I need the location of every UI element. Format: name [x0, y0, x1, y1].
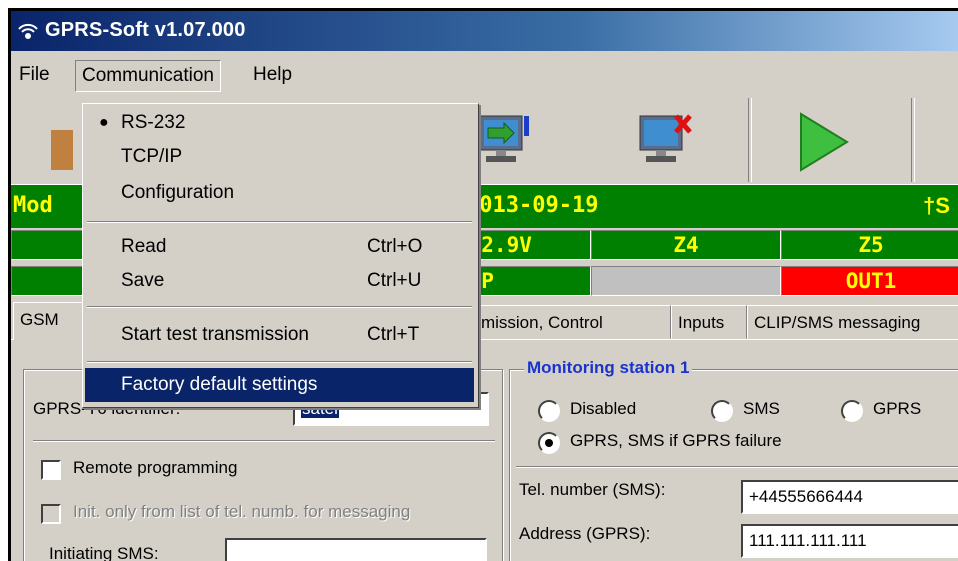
menu-item-shortcut: Ctrl+U	[367, 270, 422, 291]
remote-programming-checkbox[interactable]	[41, 460, 61, 480]
menu-item-start-test-transmission[interactable]: Start test transmission Ctrl+T	[85, 318, 474, 352]
toolbar-separator	[748, 98, 752, 182]
initiating-sms-input[interactable]	[225, 538, 487, 561]
menu-item-factory-default-settings[interactable]: Factory default settings	[85, 368, 474, 402]
initiating-sms-label: Initiating SMS:	[49, 544, 159, 561]
signal-indicator: †S	[923, 193, 950, 218]
menu-item-label: RS-232	[121, 112, 186, 133]
init-only-label: Init. only from list of tel. numb. for m…	[73, 502, 411, 521]
menu-separator	[87, 361, 472, 363]
menu-item-shortcut: Ctrl+O	[367, 236, 423, 257]
menu-item-read[interactable]: Read Ctrl+O	[85, 230, 474, 264]
menu-item-label: TCP/IP	[121, 146, 183, 167]
communication-menu: ● RS-232 TCP/IP Configuration Read Ctrl+…	[82, 103, 479, 408]
window-title: GPRS-Soft v1.07.000	[45, 19, 246, 41]
menu-item-label: Read	[121, 236, 167, 257]
output-out1-cell: OUT1	[781, 266, 958, 296]
menu-item-label: Configuration	[121, 182, 235, 203]
address-label: Address (GPRS):	[519, 524, 651, 543]
tel-number-label: Tel. number (SMS):	[519, 480, 666, 499]
app-window: GPRS-Soft v1.07.000 File Communication H…	[11, 11, 958, 561]
radio-disabled[interactable]	[538, 400, 560, 422]
menu-communication[interactable]: Communication	[75, 60, 221, 92]
remote-programming-label: Remote programming	[73, 458, 238, 477]
radio-sms-label: SMS	[743, 399, 780, 418]
menu-bar: File Communication Help	[11, 51, 958, 96]
toolbar-separator	[911, 98, 915, 182]
menu-separator	[87, 221, 472, 223]
zone-z5-cell: Z5	[781, 230, 958, 260]
radio-gprs[interactable]	[841, 400, 863, 422]
radio-disabled-label: Disabled	[570, 399, 637, 418]
radio-gprs-label: GPRS	[873, 399, 922, 418]
radio-gprs-sms-fallback[interactable]	[538, 432, 560, 454]
address-input[interactable]: 111.111.111.111	[741, 524, 958, 558]
radio-gprs-sms-fallback-label: GPRS, SMS if GPRS failure	[570, 431, 782, 450]
radio-sms[interactable]	[711, 400, 733, 422]
menu-item-save[interactable]: Save Ctrl+U	[85, 264, 474, 298]
zone-z4-cell: Z4	[591, 230, 781, 260]
date-label: 2013-09-19	[466, 193, 599, 218]
disconnect-button[interactable]	[626, 102, 706, 178]
tab-clip-sms-messaging[interactable]: CLIP/SMS messaging	[747, 305, 958, 339]
monitoring-station-legend: Monitoring station 1	[524, 358, 693, 378]
wireless-app-icon	[18, 23, 38, 39]
menu-item-label: Save	[121, 270, 165, 291]
tel-number-input[interactable]: +44555666444	[741, 480, 958, 514]
menu-item-tcpip[interactable]: TCP/IP	[85, 140, 474, 174]
init-only-checkbox	[41, 504, 61, 524]
menu-file[interactable]: File	[13, 60, 56, 90]
menu-item-label: Factory default settings	[121, 374, 318, 395]
tab-transmission-control[interactable]: nsmission, Control	[456, 305, 671, 339]
tab-inputs[interactable]: Inputs	[671, 305, 747, 339]
separator	[516, 466, 958, 468]
start-button[interactable]	[781, 102, 861, 178]
menu-item-configuration[interactable]: Configuration	[85, 176, 474, 210]
title-bar[interactable]: GPRS-Soft v1.07.000	[11, 11, 958, 51]
empty-cell	[591, 266, 781, 296]
module-label: Mod	[13, 193, 53, 218]
monitor-disconnect-icon	[639, 114, 692, 162]
menu-item-shortcut: Ctrl+T	[367, 324, 420, 345]
menu-separator	[87, 306, 472, 308]
separator	[33, 440, 495, 442]
menu-item-label: Start test transmission	[121, 324, 309, 345]
selected-bullet-icon: ●	[99, 114, 109, 131]
menu-item-rs232[interactable]: ● RS-232	[85, 106, 474, 140]
play-icon	[800, 112, 849, 172]
menu-help[interactable]: Help	[247, 60, 298, 90]
